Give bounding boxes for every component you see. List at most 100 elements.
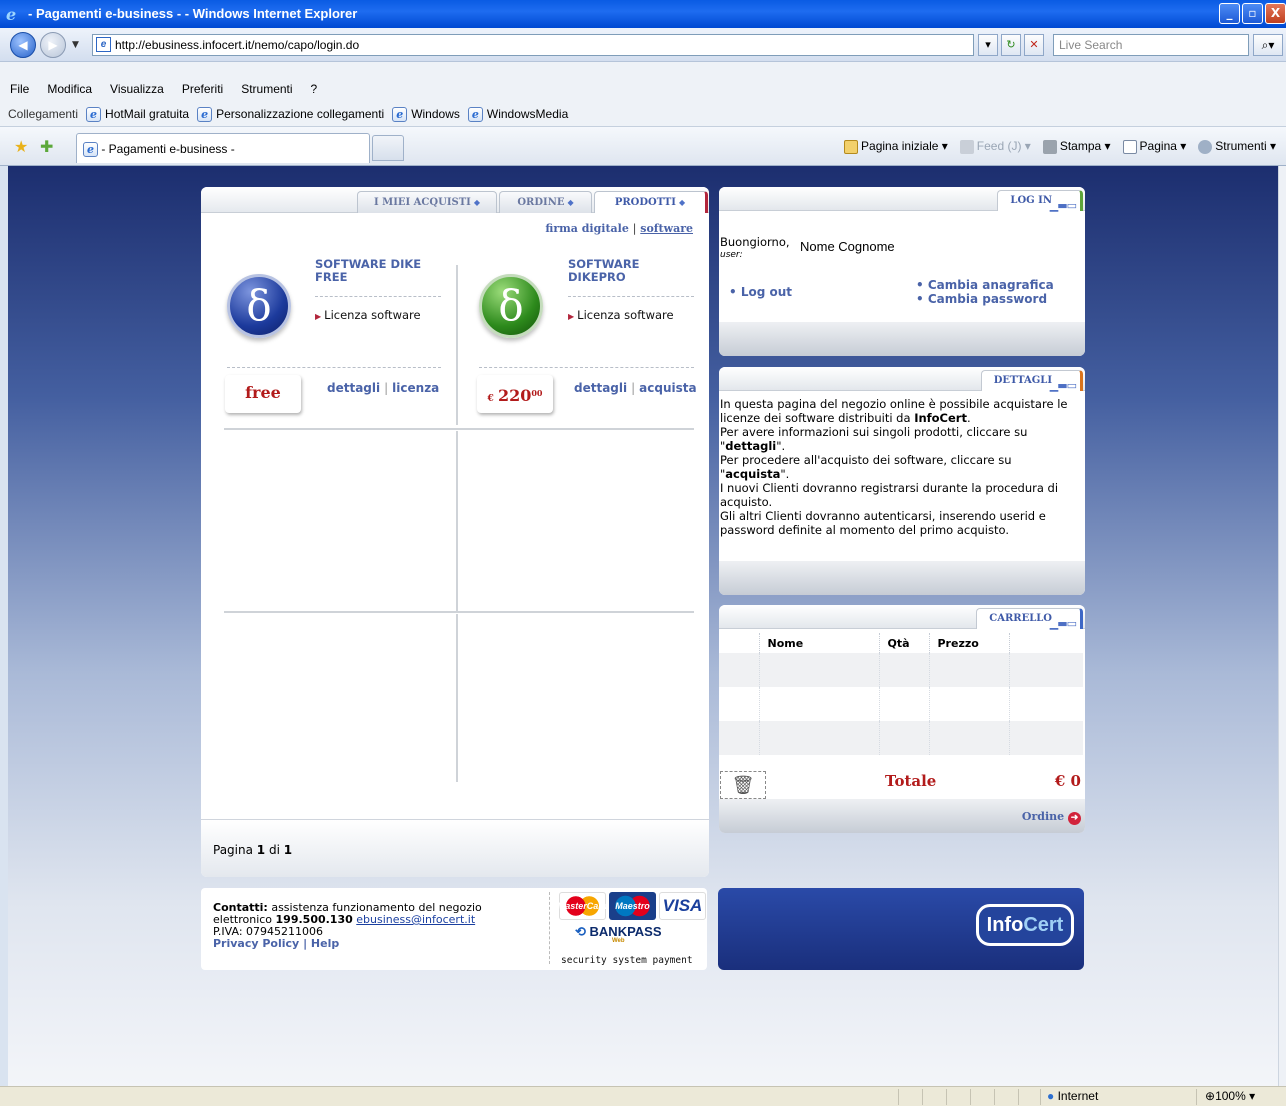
home-button[interactable]: Pagina iniziale ▾ [844, 139, 948, 154]
ie-page-icon: e [86, 106, 102, 122]
col-price: Prezzo [929, 633, 1010, 653]
license-detail-link[interactable]: licenza [392, 381, 439, 395]
back-button[interactable]: ◀ [10, 32, 36, 58]
new-tab-button[interactable] [372, 135, 404, 161]
menu-strumenti[interactable]: Strumenti [239, 82, 294, 102]
maestro-logo: Maestro [609, 892, 656, 920]
license-link[interactable]: ▶ Licenza software [568, 308, 674, 322]
col-name: Nome [759, 633, 880, 653]
details-box-header: DETTAGLI ▁▬▭ [719, 367, 1085, 392]
help-link[interactable]: Help [311, 937, 339, 950]
gear-icon [1198, 139, 1213, 154]
menu-bar: File Modifica Visualizza Preferiti Strum… [0, 82, 319, 102]
menu-file[interactable]: File [8, 82, 31, 102]
tab-miei-acquisti[interactable]: I MIEI ACQUISTI ◆ [357, 191, 497, 213]
product-title: SOFTWARE DIKEPRO [568, 257, 640, 284]
feed-button[interactable]: Feed (J) ▾ [959, 139, 1031, 154]
tools-menu-button[interactable]: Strumenti ▾ [1198, 139, 1276, 154]
tab-prodotti[interactable]: PRODOTTI ◆ [594, 191, 708, 213]
details-tab[interactable]: DETTAGLI ▁▬▭ [980, 370, 1083, 392]
change-profile-link[interactable]: • Cambia anagrafica [916, 278, 1054, 292]
address-bar: ◀ ▶ ▼ e http://ebusiness.infocert.it/nem… [0, 28, 1286, 62]
table-row [719, 687, 1083, 721]
ie-page-icon: e [467, 106, 483, 122]
table-row [719, 653, 1083, 687]
close-button[interactable]: X [1265, 3, 1286, 24]
status-cell [922, 1089, 923, 1105]
filter-software[interactable]: software [640, 222, 693, 235]
link-hotmail[interactable]: e HotMail gratuita [86, 106, 189, 122]
user-label: user: [720, 250, 743, 260]
greeting: Buongiorno, [720, 235, 790, 249]
menu-preferiti[interactable]: Preferiti [180, 82, 225, 102]
refresh-button[interactable]: ↻ [1001, 34, 1021, 56]
price-badge: € 22000 [477, 375, 553, 413]
cart-table: Nome Qtà Prezzo [719, 633, 1083, 755]
status-cell [970, 1089, 971, 1105]
search-icon: ⌕ [1261, 38, 1269, 52]
tab-ordine[interactable]: ORDINE ◆ [499, 191, 592, 213]
ie-page-icon: e [197, 106, 213, 122]
search-input[interactable]: Live Search [1053, 34, 1249, 56]
dashed-divider [315, 296, 441, 297]
cart-box-header: CARRELLO ▁▬▭ [719, 605, 1085, 630]
change-password-link[interactable]: • Cambia password [916, 292, 1054, 306]
page-menu-button[interactable]: Pagina ▾ [1122, 139, 1186, 154]
menu-visualizza[interactable]: Visualizza [108, 82, 166, 102]
history-dropdown-icon[interactable]: ▼ [72, 40, 79, 50]
vertical-scrollbar[interactable] [1278, 166, 1286, 1086]
menu-help[interactable]: ? [309, 82, 320, 102]
menu-modifica[interactable]: Modifica [45, 82, 94, 102]
feed-icon [959, 139, 974, 154]
filter-firma-digitale[interactable]: firma digitale [545, 222, 629, 235]
maximize-button[interactable]: ▫ [1242, 3, 1263, 24]
zoom-control[interactable]: ⊕100% ▾ [1196, 1089, 1255, 1105]
search-button[interactable]: ⌕▾ [1253, 34, 1283, 56]
grid-divider [456, 614, 458, 782]
details-link[interactable]: dettagli [574, 381, 627, 395]
window-titlebar: e - Pagamenti e-business - - Windows Int… [0, 0, 1286, 28]
logout-link[interactable]: • Log out [729, 285, 792, 299]
product-actions: dettagli | acquista [574, 381, 697, 395]
license-link[interactable]: ▶ Licenza software [315, 308, 421, 322]
login-tab[interactable]: LOG IN ▁▬▭ [997, 190, 1083, 212]
window-controls-icon[interactable]: ▁▬▭ [1050, 376, 1077, 396]
window-controls-icon[interactable]: ▁▬▭ [1050, 196, 1077, 216]
zoom-icon: ⊕ [1205, 1089, 1216, 1103]
cart-tab[interactable]: CARRELLO ▁▬▭ [976, 608, 1083, 630]
buy-link[interactable]: acquista [639, 381, 696, 395]
total-value: € 0 [1054, 772, 1081, 790]
url-input[interactable]: e http://ebusiness.infocert.it/nemo/capo… [92, 34, 974, 56]
favorites-star-icon[interactable]: ★ [14, 137, 28, 156]
infocert-logo[interactable]: InfoCert [976, 904, 1074, 946]
bankpass-logo: ⟲ BANKPASS Web [575, 924, 662, 944]
page-icon [1122, 139, 1137, 154]
link-personalizzazione[interactable]: e Personalizzazione collegamenti [197, 106, 384, 122]
forward-button[interactable]: ▶ [40, 32, 66, 58]
privacy-policy-link[interactable]: Privacy Policy [213, 937, 299, 950]
link-windows[interactable]: e Windows [392, 106, 460, 122]
minimize-button[interactable]: _ [1219, 3, 1240, 24]
stop-button[interactable]: ✕ [1024, 34, 1044, 56]
url-dropdown-button[interactable]: ▾ [978, 34, 998, 56]
products-panel: I MIEI ACQUISTI ◆ ORDINE ◆ PRODOTTI ◆ firma… [201, 187, 709, 877]
details-link[interactable]: dettagli [327, 381, 380, 395]
login-box: LOG IN ▁▬▭ Buongiorno, user: Nome Cognome… [719, 187, 1085, 356]
order-link[interactable]: Ordine ➜ [1022, 810, 1081, 825]
price-badge: free [225, 375, 301, 413]
print-button[interactable]: Stampa ▾ [1042, 139, 1111, 154]
status-cell [1018, 1089, 1019, 1105]
arrow-right-icon: ▶ [568, 312, 575, 321]
browser-tab[interactable]: e - Pagamenti e-business - [76, 133, 370, 163]
product-actions: dettagli | licenza [327, 381, 440, 395]
printer-icon [1042, 139, 1057, 154]
add-favorites-icon[interactable]: ✚ [40, 137, 53, 156]
trash-icon[interactable]: 🗑 [720, 771, 766, 799]
window-controls-icon[interactable]: ▁▬▭ [1050, 614, 1077, 634]
link-windowsmedia[interactable]: e WindowsMedia [467, 106, 568, 122]
visa-logo: VISA [659, 892, 706, 920]
table-row [719, 721, 1083, 755]
grid-divider [456, 431, 458, 611]
page-icon: e [96, 37, 111, 52]
email-link[interactable]: ebusiness@infocert.it [356, 913, 475, 926]
